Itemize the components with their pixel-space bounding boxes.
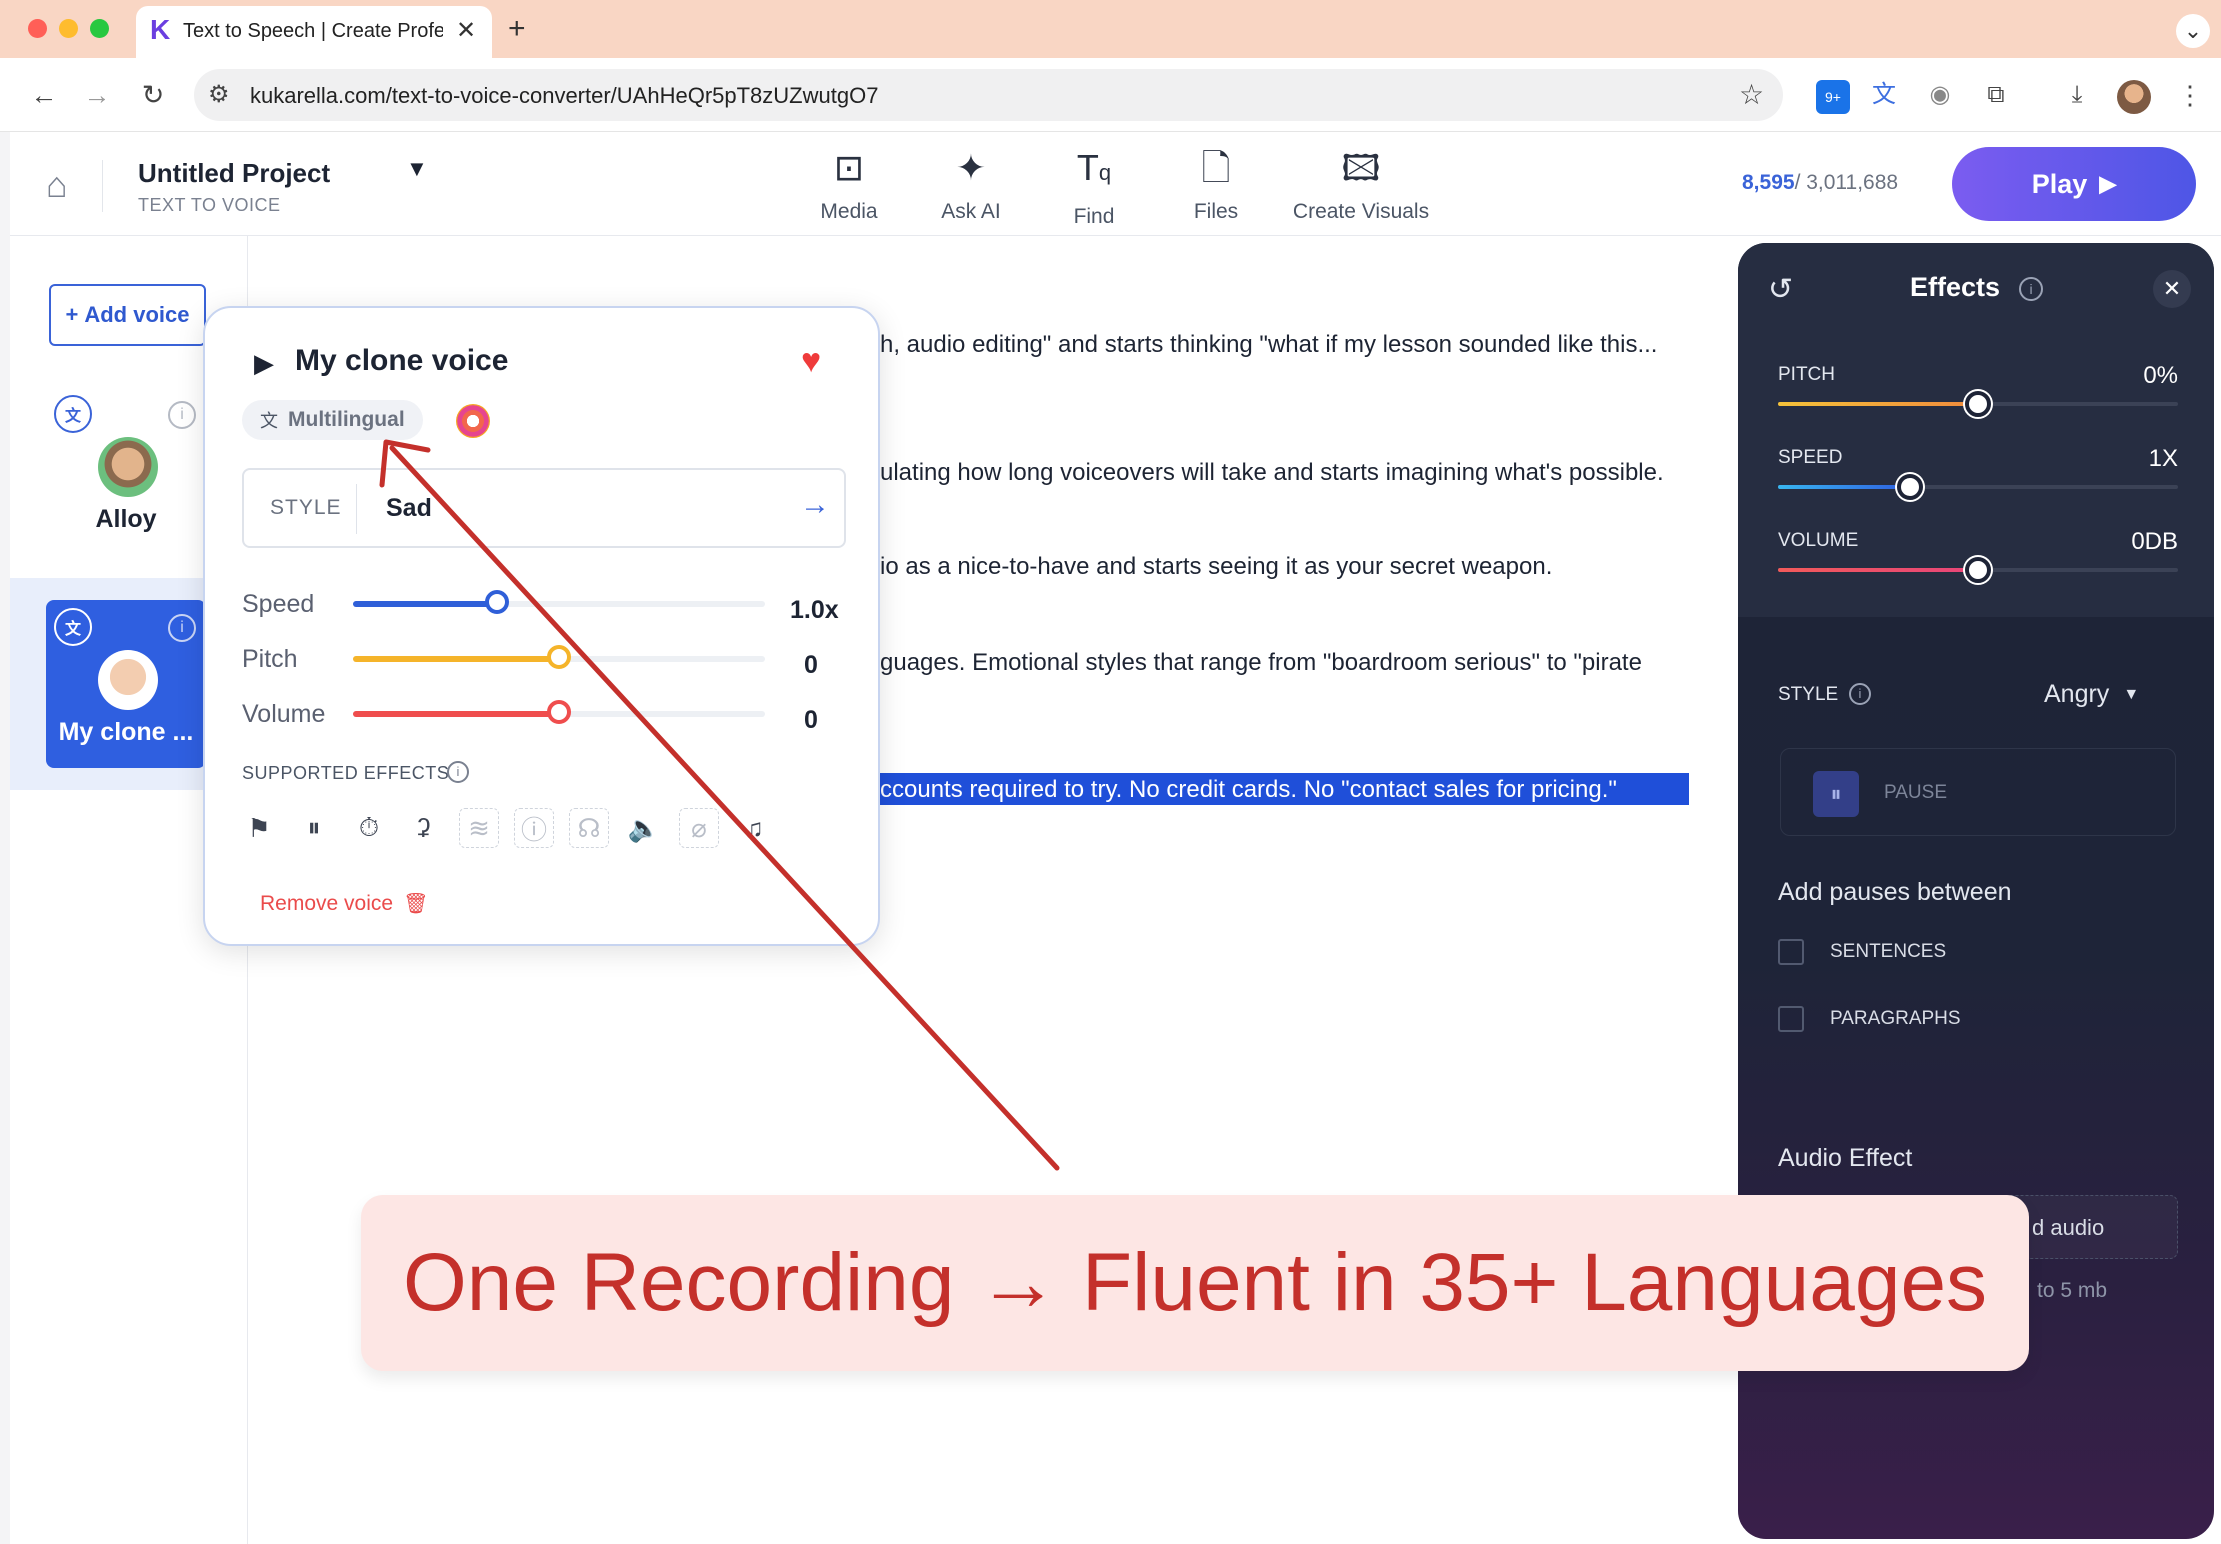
caption-banner: One Recording → Fluent in 35+ Languages <box>361 1195 2029 1371</box>
caption-text: One Recording → Fluent in 35+ Languages <box>402 1237 1988 1328</box>
